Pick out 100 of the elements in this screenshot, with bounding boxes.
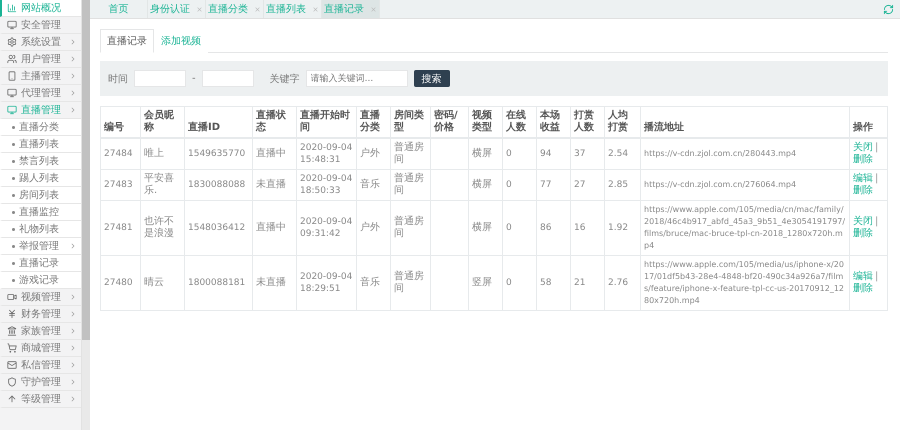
sidebar-item[interactable]: 主播管理	[0, 68, 81, 85]
sidebar-subitem[interactable]: 直播记录	[0, 255, 81, 272]
bullet-icon	[12, 278, 15, 282]
table-cell: 0	[502, 200, 536, 256]
sidebar-subitem[interactable]: 直播列表	[0, 136, 81, 153]
search-button[interactable]: 搜索	[414, 70, 450, 87]
action-link[interactable]: 关闭	[853, 142, 873, 153]
table-cell: 27481	[100, 200, 140, 256]
column-header: 直播ID	[184, 106, 252, 138]
keyword-field[interactable]: 请输入关键词...	[306, 70, 408, 87]
table-cell: 普通房间	[390, 256, 430, 310]
table-cell: https://www.apple.com/105/media/cn/mac/family/2018/46c4b917_abfd_45a3_9b51_4e3054191797/films/bruce/mac-bruce-tpl-cn-2018_1280x720h.mp4	[640, 200, 850, 256]
action-separator: |	[875, 271, 878, 282]
action-link[interactable]: 删除	[853, 283, 873, 294]
table-cell: 0	[502, 256, 536, 310]
table-cell: 户外	[356, 138, 390, 170]
close-icon[interactable]	[312, 6, 319, 12]
action-separator: |	[875, 216, 878, 227]
column-header: 打赏人数	[570, 106, 604, 138]
table-cell: 未直播	[252, 256, 296, 310]
column-header: 在线人数	[502, 106, 536, 138]
close-icon[interactable]	[254, 6, 261, 12]
refresh-icon[interactable]	[883, 4, 894, 14]
action-link[interactable]: 编辑	[853, 271, 873, 282]
table-cell: 1549635770	[184, 138, 252, 170]
table-cell: 晴云	[140, 256, 184, 310]
sidebar-subitem[interactable]: 直播分类	[0, 119, 81, 136]
table-cell: 2020-09-04 09:31:42	[296, 200, 356, 256]
sidebar-item[interactable]: 网站概况	[0, 0, 81, 17]
table-cell: 16	[570, 200, 604, 256]
table-cell: 37	[570, 138, 604, 170]
sidebar-item[interactable]: 家族管理	[0, 323, 81, 340]
page-tab[interactable]: 身份认证	[148, 0, 206, 18]
action-link[interactable]: 删除	[853, 185, 873, 196]
time-label: 时间	[108, 72, 128, 86]
action-link[interactable]: 删除	[853, 154, 873, 165]
column-header: 直播开始时间	[296, 106, 356, 138]
sidebar-subitem[interactable]: 游戏记录	[0, 272, 81, 289]
start-date-field[interactable]	[134, 70, 186, 87]
table-cell: 普通房间	[390, 170, 430, 200]
sidebar-item[interactable]: 私信管理	[0, 357, 81, 374]
page-tab[interactable]: 直播记录	[322, 0, 380, 18]
table-cell: 竖屏	[468, 256, 502, 310]
table-cell: 2.54	[604, 138, 640, 170]
table-cell: 94	[536, 138, 570, 170]
table-cell: 27480	[100, 256, 140, 310]
sidebar-item[interactable]: 财务管理	[0, 306, 81, 323]
table-cell: 2.76	[604, 256, 640, 310]
table-cell: 1830088088	[184, 170, 252, 200]
sidebar-subitem[interactable]: 禁言列表	[0, 153, 81, 170]
table-cell: 2.85	[604, 170, 640, 200]
sidebar-item[interactable]: 代理管理	[0, 85, 81, 102]
table-cell: 平安喜乐.	[140, 170, 184, 200]
sidebar-subitem[interactable]: 踢人列表	[0, 170, 81, 187]
end-date-field[interactable]	[202, 70, 254, 87]
sidebar-item[interactable]: 用户管理	[0, 51, 81, 68]
sidebar-item[interactable]: 守护管理	[0, 374, 81, 391]
sidebar-item[interactable]: 等级管理	[0, 391, 81, 408]
menu-icon	[7, 377, 17, 387]
range-separator: -	[192, 73, 196, 84]
table-cell: 27483	[100, 170, 140, 200]
bullet-icon	[12, 160, 15, 162]
sidebar-item[interactable]: 安全管理	[0, 17, 81, 34]
scrollbar[interactable]	[82, 0, 90, 430]
table-cell: 1.92	[604, 200, 640, 256]
table-cell: 0	[502, 170, 536, 200]
sidebar-subitem[interactable]: 举报管理	[0, 238, 81, 255]
table-cell: 音乐	[356, 170, 390, 200]
page-tab[interactable]: 首页	[90, 0, 148, 18]
close-icon[interactable]	[370, 6, 377, 12]
column-header: 直播状态	[252, 106, 296, 138]
action-link[interactable]: 关闭	[853, 216, 873, 227]
table-cell: 直播中	[252, 200, 296, 256]
column-header: 编号	[100, 106, 140, 138]
sidebar-subitem[interactable]: 直播监控	[0, 204, 81, 221]
table-cell: 横屏	[468, 138, 502, 170]
menu-icon	[7, 105, 17, 115]
table-cell: 0	[502, 138, 536, 170]
table-cell: 1548036412	[184, 200, 252, 256]
menu-icon	[7, 3, 17, 13]
tab[interactable]: 直播记录	[100, 29, 154, 53]
page-tab[interactable]: 直播分类	[206, 0, 264, 18]
sidebar-item[interactable]: 视频管理	[0, 289, 81, 306]
sidebar-subitem[interactable]: 礼物列表	[0, 221, 81, 238]
sidebar-item[interactable]: 直播管理	[0, 102, 81, 119]
table-cell: 户外	[356, 200, 390, 256]
action-link[interactable]: 编辑	[853, 173, 873, 184]
table-cell: https://v-cdn.zjol.com.cn/280443.mp4	[640, 138, 850, 170]
action-link[interactable]: 删除	[853, 228, 873, 239]
sidebar-item[interactable]: 系统设置	[0, 34, 81, 51]
bullet-icon	[12, 228, 15, 230]
sidebar-subitem[interactable]: 房间列表	[0, 187, 81, 204]
table-cell: 音乐	[356, 256, 390, 310]
bullet-icon	[12, 176, 15, 180]
table-cell: 77	[536, 170, 570, 200]
menu-icon	[7, 326, 17, 336]
sidebar-item[interactable]: 商城管理	[0, 340, 81, 357]
bullet-icon	[12, 210, 15, 214]
table-cell: https://v-cdn.zjol.com.cn/276064.mp4	[640, 170, 850, 200]
close-icon[interactable]	[196, 6, 203, 12]
